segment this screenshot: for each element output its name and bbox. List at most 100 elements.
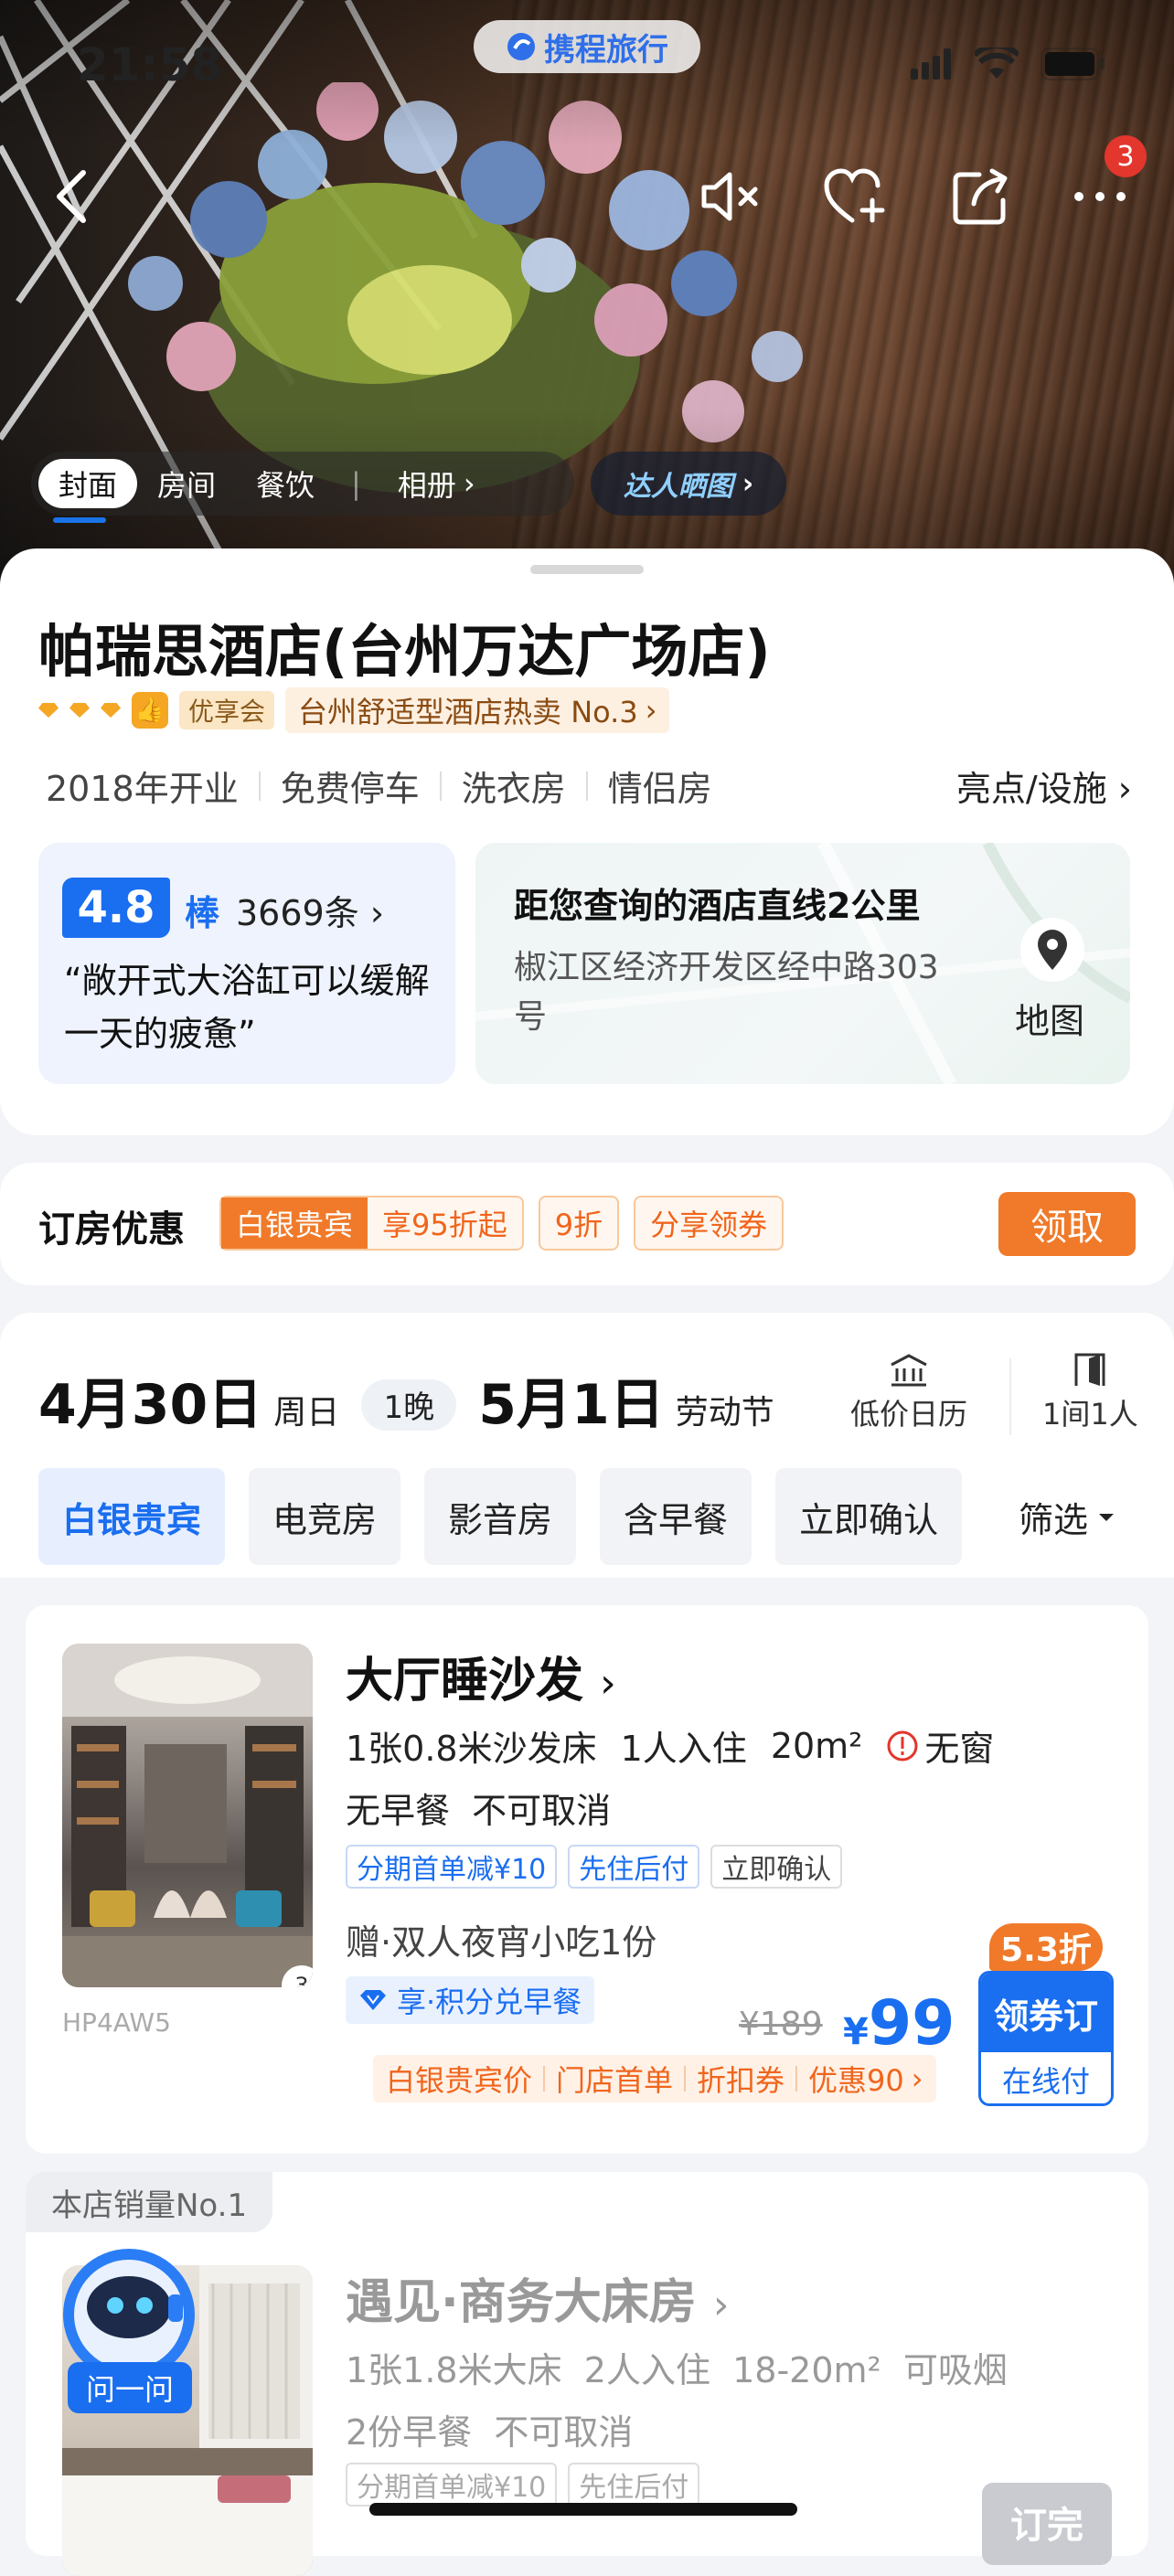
chevron-right-icon: › bbox=[742, 467, 754, 500]
door-icon bbox=[1073, 1349, 1107, 1391]
tab-album[interactable]: 相册 › bbox=[378, 459, 496, 508]
location-card[interactable]: 距您查询的酒店直线2公里 椒江区经济开发区经中路303号 地图 bbox=[475, 843, 1130, 1084]
booking-offers: 订房优惠 白银贵宾 享95折起 9折 分享领券 领取 bbox=[0, 1163, 1174, 1285]
filter-chip[interactable]: 电竞房 bbox=[249, 1468, 401, 1565]
window-text: 无窗 bbox=[924, 1729, 995, 1769]
divider bbox=[1009, 1358, 1011, 1435]
points-tag: 享·积分兑早餐 bbox=[346, 1976, 595, 2024]
more-icon bbox=[1074, 192, 1126, 201]
filter-chips: 白银贵宾 电竞房 影音房 含早餐 立即确认 bbox=[38, 1468, 963, 1565]
points-text: 享·积分兑早餐 bbox=[397, 1985, 582, 2019]
signal-icon bbox=[911, 48, 951, 80]
room-name-text: 遇见·商务大床房 bbox=[346, 2275, 697, 2330]
book-button-label: 领券订 bbox=[981, 1974, 1111, 2052]
rank-badge[interactable]: 台州舒适型酒店热卖 No.3 › bbox=[285, 687, 670, 733]
claim-button[interactable]: 领取 bbox=[998, 1192, 1136, 1256]
assistant-button[interactable]: 问一问 bbox=[68, 2362, 192, 2413]
facilities-link-label: 亮点/设施 bbox=[955, 769, 1107, 809]
review-count-text: 3669条 bbox=[236, 893, 359, 933]
caret-down-icon bbox=[1099, 1513, 1115, 1521]
ctrip-logo-icon bbox=[507, 33, 535, 60]
review-summary[interactable]: 4.8 棒 3669条 › “敞开式大浴缸可以缓解一天的疲惫” bbox=[38, 843, 455, 1084]
review-count: 3669条 › bbox=[236, 885, 384, 935]
offer-tags[interactable]: 白银贵宾 享95折起 9折 分享领券 bbox=[219, 1196, 784, 1251]
filter-chip[interactable]: 白银贵宾 bbox=[38, 1468, 226, 1565]
room-spec: 1张1.8米大床 2人入住 18-20m² 可吸烟 bbox=[346, 2350, 1008, 2390]
rooms-guests-label: 1间1人 bbox=[1042, 1397, 1138, 1432]
rooms-guests-button[interactable]: 1间1人 bbox=[1042, 1349, 1138, 1433]
room-tag: 分期首单减¥10 bbox=[346, 1845, 558, 1889]
filter-chip[interactable]: 立即确认 bbox=[775, 1468, 963, 1565]
review-word: 棒 bbox=[185, 893, 220, 933]
chevron-right-icon: › bbox=[911, 2061, 923, 2096]
daren-photos-button[interactable]: 达人晒图 › bbox=[591, 452, 786, 516]
facilities-link[interactable]: 亮点/设施 › bbox=[956, 761, 1132, 811]
window-info: 无窗 bbox=[886, 1720, 994, 1771]
room-name[interactable]: 大厅睡沙发 › bbox=[346, 1642, 616, 1710]
room-tag: 立即确认 bbox=[710, 1845, 843, 1889]
tab-rooms[interactable]: 房间 bbox=[137, 459, 236, 508]
member-badge: 优享会 bbox=[179, 691, 275, 729]
tab-cover[interactable]: 封面 bbox=[38, 459, 138, 508]
sheet-grabber[interactable] bbox=[530, 565, 644, 574]
current-price: ¥ 99 bbox=[843, 1987, 955, 2060]
price-calendar-label: 低价日历 bbox=[850, 1397, 968, 1432]
price-calendar-button[interactable]: 低价日历 bbox=[850, 1349, 967, 1433]
share-button[interactable] bbox=[949, 165, 1013, 229]
map-button[interactable] bbox=[1020, 918, 1084, 982]
room-tag: 先住后付 bbox=[568, 1845, 700, 1889]
room-policy: 2份早餐 不可取消 bbox=[346, 2412, 634, 2453]
filter-chip[interactable]: 含早餐 bbox=[600, 1468, 752, 1565]
brand-logo: 携程旅行 bbox=[474, 20, 700, 73]
offers-title: 订房优惠 bbox=[38, 1208, 185, 1251]
stay-dates[interactable]: 4月30日 周日 1晚 5月1日 劳动节 bbox=[38, 1360, 774, 1440]
status-time: 21:58 bbox=[77, 38, 223, 91]
divider bbox=[439, 771, 442, 801]
share-coupon-tag: 分享领券 bbox=[634, 1196, 784, 1251]
price-value: 99 bbox=[868, 1987, 955, 2060]
room-tag: 先住后付 bbox=[568, 2463, 700, 2507]
occupancy: 1人入住 bbox=[620, 1729, 747, 1769]
hotel-info-card: 帕瑞思酒店(台州万达广场店) 👍 优享会 台州舒适型酒店热卖 No.3 › 20… bbox=[0, 548, 1174, 1135]
tab-album-label: 相册 bbox=[397, 468, 456, 503]
discount-breakdown[interactable]: 白银贵宾价 门店首单 折扣券 优惠90 › bbox=[373, 2055, 936, 2102]
book-button[interactable]: 领券订 在线付 bbox=[978, 1971, 1114, 2106]
chevron-right-icon: › bbox=[645, 693, 657, 728]
checkin-day: 周日 bbox=[273, 1394, 340, 1432]
sold-out-button[interactable]: 订完 bbox=[982, 2483, 1112, 2565]
hotel-address: 椒江区经济开发区经中路303号 bbox=[514, 949, 939, 1036]
map-label[interactable]: 地图 bbox=[1015, 993, 1084, 1043]
review-quote: “敞开式大浴缸可以缓解一天的疲惫” bbox=[64, 961, 430, 1054]
discount-tag: 9折 bbox=[538, 1196, 620, 1251]
divider bbox=[684, 2066, 687, 2092]
payment-type: 在线付 bbox=[981, 2052, 1111, 2103]
member-tier: 白银贵宾 bbox=[221, 1198, 368, 1249]
original-price: ¥189 bbox=[739, 2006, 823, 2043]
checkin-date: 4月30日 bbox=[38, 1373, 263, 1437]
back-button[interactable] bbox=[40, 165, 104, 229]
room-policy: 无早餐 不可取消 bbox=[346, 1791, 612, 1831]
room-photo[interactable]: 3 bbox=[62, 1644, 313, 1987]
tab-divider: | bbox=[351, 466, 361, 501]
notification-badge: 3 bbox=[1105, 135, 1147, 177]
room-area: 20m² bbox=[770, 1725, 863, 1766]
hero-tab-bar: 封面 房间 餐饮 | 相册 › bbox=[31, 452, 574, 516]
room-tags: 分期首单减¥10 先住后付 bbox=[346, 2463, 700, 2507]
member-offer-tag: 白银贵宾 享95折起 bbox=[219, 1196, 524, 1251]
chevron-right-icon: › bbox=[600, 1660, 616, 1707]
facility-item: 免费停车 bbox=[280, 769, 420, 809]
gift-text: 赠·双人夜宵小吃1份 bbox=[346, 1922, 657, 1963]
price-currency: ¥ bbox=[843, 2011, 869, 2053]
lobby-photo bbox=[62, 1644, 313, 1987]
thumbs-up-icon: 👍 bbox=[132, 692, 168, 729]
divider bbox=[258, 771, 261, 801]
back-icon bbox=[57, 170, 86, 223]
filter-button[interactable]: 筛选 bbox=[1019, 1492, 1115, 1542]
room-spec: 1张0.8米沙发床 1人入住 20m² 无窗 bbox=[346, 1720, 994, 1771]
filter-chip[interactable]: 影音房 bbox=[424, 1468, 577, 1565]
room-card[interactable]: 3 HP4AW5 大厅睡沙发 › 1张0.8米沙发床 1人入住 20m² 无窗 … bbox=[26, 1605, 1148, 2154]
favorite-button[interactable] bbox=[823, 165, 887, 229]
tab-dining[interactable]: 餐饮 bbox=[236, 459, 335, 508]
mute-button[interactable] bbox=[699, 165, 763, 229]
room-name[interactable]: 遇见·商务大床房 › bbox=[346, 2263, 729, 2332]
